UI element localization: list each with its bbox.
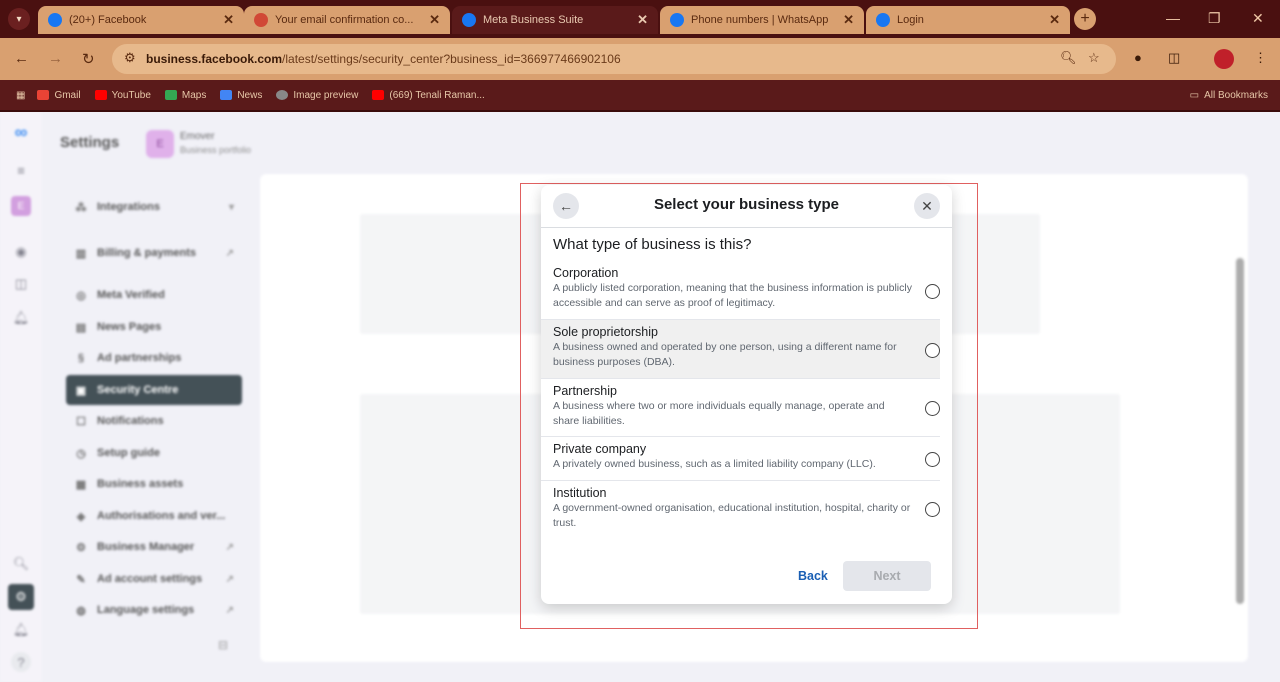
apps-grid-icon[interactable]: ▦ [16,90,25,101]
close-tab-icon[interactable]: ✕ [223,12,234,28]
next-button[interactable]: Next [843,561,931,591]
bookmark-gmail[interactable]: Gmail [37,89,81,101]
tab-title: Phone numbers | WhatsApp [691,14,829,26]
site-info-icon[interactable]: ⚙ [124,50,136,66]
news-icon [220,90,233,100]
bookmark-label: Gmail [54,89,81,101]
gmail-favicon-icon [254,13,268,27]
restore-icon[interactable]: ❐ [1208,10,1221,27]
bookmark-label: YouTube [111,89,151,101]
bookmark-image-preview[interactable]: Image preview [276,90,358,101]
url-path: /latest/settings/security_center?busines… [282,52,621,66]
facebook-favicon-icon [48,13,62,27]
close-tab-icon[interactable]: ✕ [429,12,440,28]
tab-whatsapp-phone-numbers[interactable]: Phone numbers | WhatsApp ✕ [660,6,864,34]
bookmark-label: News [237,89,263,101]
radio-private-company[interactable] [925,452,940,467]
close-window-icon[interactable]: ✕ [1252,10,1264,27]
close-icon[interactable]: ✕ [914,193,940,219]
gmail-icon [37,90,50,100]
option-title: Corporation [553,266,619,280]
bookmark-news[interactable]: News [220,90,262,101]
browser-toolbar: ← → ↻ business.facebook.com /latest/sett… [0,38,1280,80]
close-tab-icon[interactable]: ✕ [843,12,854,28]
radio-partnership[interactable] [925,401,940,416]
login-favicon-icon [876,13,890,27]
all-bookmarks-label: All Bookmarks [1204,89,1268,101]
tab-title: Your email confirmation co... [275,14,414,26]
browser-menu-icon[interactable]: ⋮ [1254,50,1267,66]
dialog-question: What type of business is this? [553,236,752,253]
tab-meta-business-suite[interactable]: Meta Business Suite ✕ [452,6,658,34]
option-corporation[interactable]: Corporation A publicly listed corporatio… [541,261,940,320]
all-bookmarks[interactable]: ▭ All Bookmarks [1190,90,1268,101]
option-description: A business where two or more individuals… [553,400,885,427]
youtube-icon [94,90,107,100]
bookmark-label: Maps [181,89,207,101]
address-bar[interactable]: business.facebook.com /latest/settings/s… [112,44,1116,74]
bookmark-star-icon[interactable]: ☆ [1088,50,1100,66]
option-description: A publicly listed corporation, meaning t… [553,282,912,309]
option-description: A privately owned business, such as a li… [553,458,876,470]
tab-search-icon[interactable]: ▾ [8,8,30,30]
radio-sole-proprietorship[interactable] [925,343,940,358]
dialog-header: ← Select your business type ✕ [541,185,952,228]
extension-icon[interactable]: ● [1134,50,1142,65]
new-tab-icon[interactable]: + [1074,8,1096,30]
back-arrow-icon[interactable]: ← [14,50,29,67]
tab-title: Meta Business Suite [483,14,584,26]
tab-facebook[interactable]: (20+) Facebook ✕ [38,6,244,34]
option-partnership[interactable]: Partnership A business where two or more… [541,379,940,437]
radio-corporation[interactable] [925,284,940,299]
browser-tab-bar: ▾ (20+) Facebook ✕ Your email confirmati… [0,0,1280,38]
option-title: Sole proprietorship [553,325,658,339]
tab-email-confirmation[interactable]: Your email confirmation co... ✕ [244,6,450,34]
dialog-title: Select your business type [653,196,840,213]
option-private-company[interactable]: Private company A privately owned busine… [541,437,940,481]
minimize-icon[interactable]: — [1166,10,1180,26]
tab-title: Login [897,14,924,26]
meta-favicon-icon [670,13,684,27]
option-description: A business owned and operated by one per… [553,341,897,368]
option-title: Institution [553,486,607,500]
business-type-dialog: ← Select your business type ✕ What type … [541,185,952,604]
option-institution[interactable]: Institution A government-owned organisat… [541,481,940,539]
back-button[interactable]: Back [798,569,828,583]
tab-login[interactable]: Login ✕ [866,6,1070,34]
option-title: Private company [553,442,647,456]
bookmark-label: (669) Tenali Raman... [389,89,485,101]
close-tab-icon[interactable]: ✕ [1049,12,1060,28]
forward-arrow-icon[interactable]: → [48,50,63,67]
bookmark-maps[interactable]: Maps [164,89,207,101]
profile-avatar-icon[interactable] [1214,49,1234,69]
youtube-icon [372,90,385,100]
bookmark-label: Image preview [293,89,359,101]
url-host: business.facebook.com [146,52,283,66]
extensions-puzzle-icon[interactable]: ◫ [1168,50,1180,66]
option-description: A government-owned organisation, educati… [553,502,911,529]
folder-icon: ▭ [1189,89,1200,101]
bookmark-youtube[interactable]: YouTube [94,89,151,101]
image-preview-icon [276,90,289,100]
option-sole-proprietorship[interactable]: Sole proprietorship A business owned and… [541,320,940,379]
radio-institution[interactable] [925,502,940,517]
bookmark-youtube-video[interactable]: (669) Tenali Raman... [372,89,485,101]
tab-title: (20+) Facebook [69,14,147,26]
reload-icon[interactable]: ↻ [82,50,95,68]
maps-icon [164,90,177,100]
bookmarks-bar: ▦ Gmail YouTube Maps News Image preview … [0,80,1280,110]
option-title: Partnership [553,384,617,398]
close-tab-icon[interactable]: ✕ [637,12,648,28]
meta-favicon-icon [462,13,476,27]
zoom-search-icon[interactable]: 🔍︎ [1060,50,1077,66]
